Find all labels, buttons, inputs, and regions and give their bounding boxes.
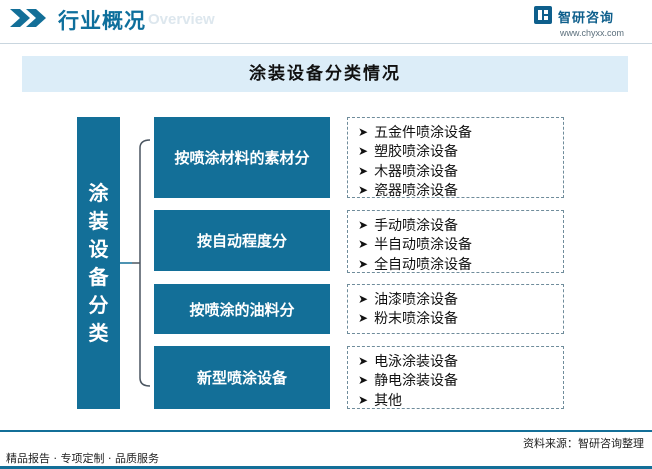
- header-divider: [0, 43, 652, 44]
- brand-logo-icon: [534, 6, 552, 24]
- category-box: 按喷涂的油料分: [154, 284, 330, 334]
- list-item: ➤ 木器喷涂设备: [358, 163, 459, 180]
- category-item-list: ➤ 油漆喷涂设备 ➤ 粉末喷涂设备: [347, 284, 564, 334]
- category-label: 按喷涂材料的素材分: [174, 149, 310, 167]
- arrow-bullet-icon: ➤: [358, 163, 369, 178]
- footer-divider: [0, 430, 652, 432]
- list-item: ➤ 手动喷涂设备: [358, 217, 459, 234]
- category-box: 按喷涂材料的素材分: [154, 117, 330, 198]
- arrow-bullet-icon: ➤: [358, 291, 369, 306]
- list-item: ➤ 油漆喷涂设备: [358, 291, 459, 308]
- category-label: 新型喷涂设备: [196, 369, 287, 387]
- double-chevron-icon: [10, 9, 46, 27]
- brand-url: www.chyxx.com: [560, 28, 625, 38]
- arrow-bullet-icon: ➤: [358, 353, 369, 368]
- arrow-bullet-icon: ➤: [358, 392, 369, 407]
- brand-name: 智研咨询: [558, 11, 615, 26]
- list-item: ➤ 电泳涂装设备: [358, 353, 459, 370]
- list-item: ➤ 五金件喷涂设备: [358, 124, 473, 141]
- list-item: ➤ 其他: [358, 392, 403, 409]
- category-item-list: ➤ 手动喷涂设备 ➤ 半自动喷涂设备 ➤ 全自动喷涂设备: [347, 210, 564, 273]
- section-title: 行业概况: [58, 9, 146, 33]
- arrow-bullet-icon: ➤: [358, 217, 369, 232]
- diagram-title-band: 涂装设备分类情况: [22, 56, 628, 92]
- category-label: 按自动程度分: [196, 232, 287, 250]
- diagram-title: 涂装设备分类情况: [249, 64, 401, 84]
- arrow-bullet-icon: ➤: [358, 183, 369, 198]
- category-item-list: ➤ 电泳涂装设备 ➤ 静电涂装设备 ➤ 其他: [347, 346, 564, 409]
- arrow-bullet-icon: ➤: [358, 373, 369, 388]
- footer-slogan: 精品报告 · 专项定制 · 品质服务: [6, 452, 159, 465]
- list-item: ➤ 瓷器喷涂设备: [358, 183, 459, 200]
- list-item: ➤ 静电涂装设备: [358, 373, 459, 390]
- arrow-bullet-icon: ➤: [358, 124, 369, 139]
- category-label: 按喷涂的油料分: [189, 300, 295, 319]
- source-note: 资料来源：智研咨询整理: [523, 437, 644, 450]
- category-box: 新型喷涂设备: [154, 346, 330, 409]
- arrow-bullet-icon: ➤: [358, 237, 369, 252]
- section-subtitle: Overview: [148, 11, 215, 28]
- list-item: ➤ 全自动喷涂设备: [358, 256, 473, 273]
- list-item: ➤ 塑胶喷涂设备: [358, 144, 459, 161]
- category-item-list: ➤ 五金件喷涂设备 ➤ 塑胶喷涂设备 ➤ 木器喷涂设备 ➤ 瓷器喷涂设备: [347, 117, 564, 200]
- list-item: ➤ 半自动喷涂设备: [358, 237, 473, 254]
- brand-block: 智研咨询 www.chyxx.com: [534, 4, 644, 40]
- root-node-label: 涂装设备分类: [88, 181, 109, 345]
- arrow-bullet-icon: ➤: [358, 144, 369, 159]
- category-box: 按自动程度分: [154, 210, 330, 271]
- arrow-bullet-icon: ➤: [358, 256, 369, 271]
- page-header: 行业概况 Overview 智研咨询 www.chyxx.com: [0, 0, 652, 44]
- arrow-bullet-icon: ➤: [358, 311, 369, 326]
- list-item: ➤ 粉末喷涂设备: [358, 311, 459, 328]
- root-node: 涂装设备分类: [77, 117, 120, 409]
